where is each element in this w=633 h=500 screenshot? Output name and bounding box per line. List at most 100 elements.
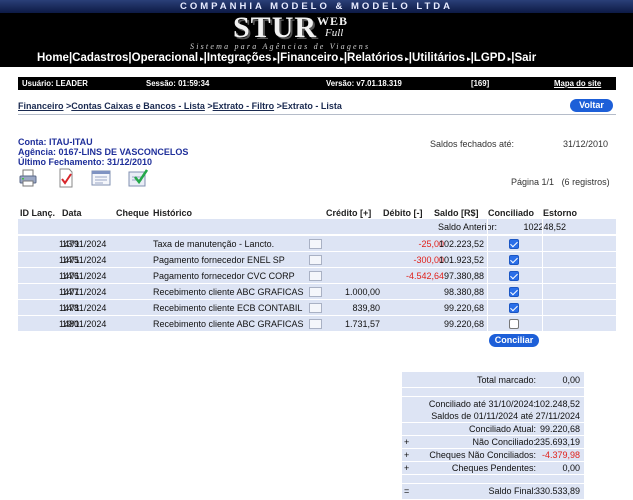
cell-saldo: 98.380,88 bbox=[443, 287, 484, 297]
note-icon[interactable] bbox=[309, 239, 322, 249]
summary-divider bbox=[402, 448, 584, 449]
note-icon[interactable] bbox=[309, 255, 322, 265]
nao-conciliado-value: 235.693,19 bbox=[534, 437, 580, 447]
note-icon[interactable] bbox=[309, 303, 322, 313]
col-divider bbox=[487, 316, 488, 332]
breadcrumb-divider bbox=[18, 114, 616, 115]
cell-credito: 839,80 bbox=[352, 303, 380, 313]
menu-item-lgpd[interactable]: LGPD bbox=[474, 52, 506, 64]
logo-main-text: STUR bbox=[233, 11, 318, 44]
menu-item-utilitarios[interactable]: Utilitários bbox=[412, 52, 465, 64]
cell-saldo: 101.923,52 bbox=[438, 255, 484, 265]
menu-item-home[interactable]: Home bbox=[37, 52, 69, 64]
sitemap-link[interactable]: Mapa do site bbox=[554, 79, 601, 88]
table-row: 1480 19/11/2024 Recebimento cliente ABC GR… bbox=[18, 316, 616, 332]
menu-item-sair[interactable]: Sair bbox=[514, 52, 536, 64]
cell-historico: Taxa de manutenção - Lancto. bbox=[153, 239, 275, 249]
checklist-icon[interactable] bbox=[56, 168, 76, 188]
record-count: (6 registros) bbox=[561, 177, 610, 187]
menu-item-cadastros[interactable]: Cadastros bbox=[72, 52, 128, 64]
approve-icon[interactable] bbox=[128, 168, 149, 188]
menu-item-financeiro[interactable]: Financeiro bbox=[280, 52, 338, 64]
saldo-anterior-value: 102248,52 bbox=[523, 222, 566, 232]
conciliado-checkbox[interactable] bbox=[509, 271, 519, 281]
cheques-nao-value: -4.379,98 bbox=[541, 450, 580, 460]
conciliado-checkbox[interactable] bbox=[509, 255, 519, 265]
plus-sign: + bbox=[404, 437, 410, 447]
summary-box: Total marcado: 0,00 Conciliado até 31/10… bbox=[402, 372, 584, 499]
cell-saldo: 99.220,68 bbox=[443, 303, 484, 313]
conciliado-checkbox[interactable] bbox=[509, 303, 519, 313]
app-header: COMPANHIA MODELO & MODELO LTDA STUR WEB … bbox=[0, 0, 633, 67]
conciliado-checkbox[interactable] bbox=[509, 319, 519, 329]
col-debito: Débito [-] bbox=[383, 208, 423, 218]
col-divider bbox=[542, 300, 543, 316]
menu-item-operacional[interactable]: Operacional bbox=[132, 52, 198, 64]
cell-historico: Recebimento cliente ABC GRAFICAS bbox=[153, 287, 304, 297]
conciliar-button[interactable]: Conciliar bbox=[489, 334, 539, 347]
cell-data: 14/11/2024 bbox=[62, 287, 107, 297]
col-estorno: Estorno bbox=[543, 208, 578, 218]
col-divider bbox=[487, 252, 488, 268]
col-divider bbox=[542, 236, 543, 252]
col-divider bbox=[542, 252, 543, 268]
col-divider bbox=[542, 268, 543, 284]
plus-sign: + bbox=[404, 463, 410, 473]
saldo-anterior-row: Saldo Anterior: 102248,52 bbox=[18, 219, 616, 235]
equals-sign: = bbox=[404, 486, 410, 496]
status-session: Sessão: 01:59:34 bbox=[146, 79, 210, 88]
status-user: Usuário: LEADER bbox=[22, 79, 88, 88]
cell-saldo: 102.223,52 bbox=[438, 239, 484, 249]
plus-sign: + bbox=[404, 450, 410, 460]
breadcrumb-sep: > bbox=[274, 101, 282, 111]
status-version: Versão: v7.01.18.319 bbox=[326, 79, 402, 88]
cheques-pend-value: 0,00 bbox=[562, 463, 580, 473]
cell-data: 14/11/2024 bbox=[62, 255, 107, 265]
col-historico: Histórico bbox=[153, 208, 193, 218]
menu-item-relatorios[interactable]: Relatórios bbox=[347, 52, 403, 64]
saldos-label: Saldos fechados até: bbox=[430, 139, 515, 149]
cheques-pend-label: Cheques Pendentes: bbox=[451, 463, 536, 473]
cell-data: 13/11/2024 bbox=[62, 239, 107, 249]
table-row: 1479 13/11/2024 Taxa de manutenção - Lanct… bbox=[18, 236, 616, 252]
table-row: 1478 14/11/2024 Recebimento cliente ECB CO… bbox=[18, 300, 616, 316]
col-saldo: Saldo [R$] bbox=[434, 208, 479, 218]
printer-icon[interactable] bbox=[18, 168, 38, 188]
col-credito: Crédito [+] bbox=[326, 208, 372, 218]
breadcrumb: Financeiro > Contas Caixas e Bancos - Lis… bbox=[18, 101, 342, 111]
col-data: Data bbox=[62, 208, 82, 218]
conciliado-atual-value: 99.220,68 bbox=[539, 424, 580, 434]
pagination-info: Página 1/1 (6 registros) bbox=[511, 177, 610, 187]
menu-item-integracoes[interactable]: Integrações bbox=[207, 52, 272, 64]
main-menu: Home|Cadastros |Operacional ▸ |Integraçõe… bbox=[0, 52, 633, 67]
col-divider bbox=[542, 219, 543, 235]
note-icon[interactable] bbox=[309, 287, 322, 297]
report-icon[interactable] bbox=[91, 168, 111, 188]
breadcrumb-contas[interactable]: Contas Caixas e Bancos - Lista bbox=[71, 101, 205, 111]
col-id: ID Lanç. bbox=[20, 208, 56, 218]
cell-data: 19/11/2024 bbox=[62, 319, 107, 329]
col-divider bbox=[487, 268, 488, 284]
breadcrumb-extrato-filtro[interactable]: Extrato - Filtro bbox=[213, 101, 275, 111]
note-icon[interactable] bbox=[309, 319, 322, 329]
cell-historico: Pagamento fornecedor ENEL SP bbox=[153, 255, 285, 265]
logo-full-text: Full bbox=[325, 27, 344, 39]
account-conta: Conta: ITAU-ITAU bbox=[18, 137, 93, 147]
col-divider bbox=[487, 284, 488, 300]
saldo-final-value: 330.533,89 bbox=[534, 486, 580, 496]
col-divider bbox=[542, 284, 543, 300]
voltar-button[interactable]: Voltar bbox=[570, 99, 613, 112]
slogan: Sistema para Agências de Viagens bbox=[190, 42, 371, 51]
cell-saldo: 97.380,88 bbox=[443, 271, 484, 281]
summary-divider bbox=[402, 435, 584, 436]
page-number: Página 1/1 bbox=[511, 177, 555, 187]
conciliado-checkbox[interactable] bbox=[509, 239, 519, 249]
conciliado-atual-label: Conciliado Atual: bbox=[468, 424, 536, 434]
status-count: [169] bbox=[471, 79, 490, 88]
summary-divider bbox=[402, 474, 584, 475]
conciliado-ate-label: Conciliado até 31/10/2024: bbox=[428, 399, 536, 409]
summary-divider bbox=[402, 387, 584, 388]
breadcrumb-financeiro[interactable]: Financeiro bbox=[18, 101, 64, 111]
note-icon[interactable] bbox=[309, 271, 322, 281]
conciliado-checkbox[interactable] bbox=[509, 287, 519, 297]
